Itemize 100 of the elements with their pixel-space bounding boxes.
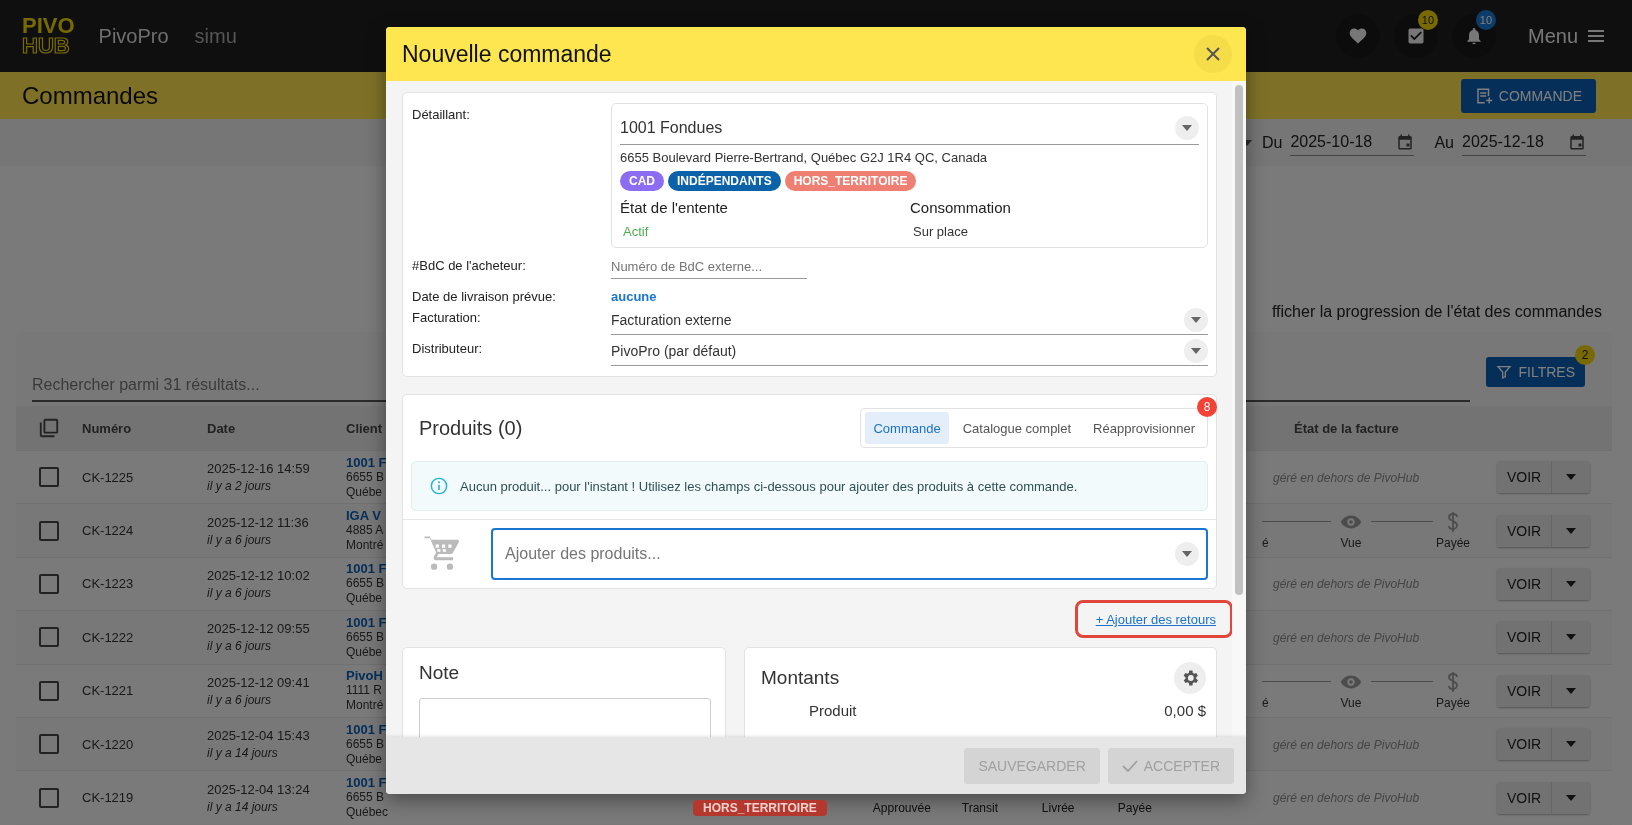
column-header[interactable]: Numéro xyxy=(82,420,207,436)
status-step-label: Approuvée xyxy=(872,800,932,815)
client-address: 4885 A xyxy=(346,523,385,539)
tab[interactable]: Commande xyxy=(865,412,949,444)
status-step-label: é xyxy=(1262,695,1270,710)
client-city: Québe xyxy=(346,644,384,660)
agreement-status: Actif xyxy=(622,224,650,239)
status-step-label: é xyxy=(1262,535,1270,550)
logo[interactable]: PIVO HUB xyxy=(22,16,75,56)
app-name: PivoPro xyxy=(98,24,169,48)
client-address: 6655 B xyxy=(346,629,386,645)
status-step-label: Vue xyxy=(1340,535,1362,550)
amount-label: Produit xyxy=(809,702,857,719)
status-step-label: Payée xyxy=(1436,535,1470,550)
client-city: Québec xyxy=(346,805,390,821)
field-label: Date de livraison prévue: xyxy=(412,288,557,304)
amount-value: 0,00 $ xyxy=(1164,702,1206,719)
order-date: 2025-12-12 09:41 xyxy=(207,674,311,690)
order-date: 2025-12-12 11:36 xyxy=(207,514,310,530)
status-step-label: Payée xyxy=(1436,695,1470,710)
status-step-label: Transit xyxy=(961,800,1000,815)
new-order-button[interactable]: COMMANDE xyxy=(1460,78,1596,113)
consumption-label: Consommation xyxy=(910,199,1012,216)
column-header[interactable]: Date xyxy=(207,420,346,436)
client-city: Québe xyxy=(346,591,384,607)
field-label: Facturation: xyxy=(412,309,482,325)
order-date: 2025-12-12 10:02 xyxy=(207,567,311,583)
client-address: 6655 B xyxy=(346,576,386,592)
relative-date: il y a 14 jours xyxy=(207,746,279,761)
order-date: 2025-12-16 14:59 xyxy=(207,461,311,477)
consumption-value: Sur place xyxy=(912,224,969,239)
date-label: Au xyxy=(1434,133,1454,152)
count-badge: 10 xyxy=(1417,10,1438,30)
client-city: Montré xyxy=(346,698,385,714)
retailer-select[interactable]: 1001 Fondues xyxy=(620,112,1199,145)
agreement-label: État de l'entente xyxy=(620,199,729,216)
delivery-date-link[interactable]: aucune xyxy=(611,285,1208,304)
column-header[interactable]: État de la facture xyxy=(1262,420,1490,436)
relative-date: il y a 6 jours xyxy=(207,585,273,600)
region-tag: HORS_TERRITOIRE xyxy=(693,799,827,816)
product-search-field[interactable]: Ajouter des produits... xyxy=(491,528,1208,580)
relative-date: il y a 6 jours xyxy=(207,639,273,654)
view-button[interactable]: VOIR xyxy=(1497,461,1553,494)
count-badge: 8 xyxy=(1197,397,1217,417)
view-button[interactable]: VOIR xyxy=(1497,621,1553,654)
order-number: CK-1223 xyxy=(82,576,135,592)
client-address: 1111 R xyxy=(346,683,384,699)
retailer-address: 6655 Boulevard Pierre-Bertrand, Québec G2J 1R4 QC, Canada xyxy=(620,150,989,165)
section-title: Produits (0) xyxy=(419,416,523,440)
retailer-tag: CAD xyxy=(620,171,664,191)
client-address: 6655 B xyxy=(346,736,386,752)
count-badge: 2 xyxy=(1575,345,1595,365)
environment-label: simu xyxy=(194,24,237,48)
add-returns-link[interactable]: + Ajouter des retours xyxy=(1095,612,1216,627)
order-number: CK-1221 xyxy=(82,683,135,699)
client-city: Québe xyxy=(346,751,384,767)
view-button[interactable]: VOIR xyxy=(1497,514,1553,547)
view-button[interactable]: VOIR xyxy=(1497,728,1553,761)
relative-date: il y a 2 jours xyxy=(207,479,273,494)
page-title: Commandes xyxy=(22,81,159,110)
order-date: 2025-12-12 09:55 xyxy=(207,621,311,637)
field-label: Détaillant: xyxy=(412,106,471,122)
order-number: CK-1220 xyxy=(82,736,135,752)
date-label: Du xyxy=(1261,133,1283,152)
order-number: CK-1222 xyxy=(82,629,135,645)
date-field[interactable]: 2025-12-18 xyxy=(1462,129,1586,156)
client-city: Québe xyxy=(346,484,384,500)
distributor-select[interactable]: PivoPro (par défaut) xyxy=(611,337,1208,366)
billing-select[interactable]: Facturation externe xyxy=(611,306,1208,335)
relative-date: il y a 6 jours xyxy=(207,692,273,707)
retailer-tag: INDÉPENDANTS xyxy=(668,171,781,191)
menu-button[interactable]: Menu xyxy=(1521,23,1610,49)
view-button[interactable]: VOIR xyxy=(1497,567,1553,600)
order-number: CK-1225 xyxy=(82,469,135,485)
order-date: 2025-12-04 13:24 xyxy=(207,781,311,797)
status-step-label: Payée xyxy=(1117,800,1152,815)
progress-toggle-label[interactable]: fficher la progression de l'état des commandes xyxy=(1271,303,1602,321)
view-button[interactable]: VOIR xyxy=(1497,781,1553,814)
dialog-title: Nouvelle commande xyxy=(402,40,612,68)
field-label: #BdC de l'acheteur: xyxy=(412,257,527,273)
info-message: Aucun produit... pour l'instant ! Utilisez les champs ci-dessous pour ajouter des produits à cette commande. xyxy=(460,478,1078,494)
tab[interactable]: Catalogue complet xyxy=(954,412,1080,444)
po-number-field[interactable]: Numéro de BdC externe... xyxy=(611,256,807,279)
date-field[interactable]: 2025-10-18 xyxy=(1290,129,1415,156)
order-date: 2025-12-04 15:43 xyxy=(207,728,311,744)
order-number: CK-1219 xyxy=(82,790,135,806)
client-address: 6655 B xyxy=(346,469,386,485)
count-badge: 10 xyxy=(1475,10,1496,30)
view-button[interactable]: VOIR xyxy=(1497,674,1553,707)
order-number: CK-1224 xyxy=(82,523,135,539)
retailer-tag: HORS_TERRITOIRE xyxy=(784,171,917,191)
section-title: Montants xyxy=(761,667,840,689)
relative-date: il y a 14 jours xyxy=(207,799,279,814)
status-step-label: Livrée xyxy=(1041,800,1076,815)
status-step-label: Vue xyxy=(1340,695,1362,710)
section-title: Note xyxy=(419,662,460,683)
field-label: Distributeur: xyxy=(412,340,484,356)
client-address: 6655 B xyxy=(346,790,386,806)
client-city: Montré xyxy=(346,538,385,554)
relative-date: il y a 6 jours xyxy=(207,532,273,547)
